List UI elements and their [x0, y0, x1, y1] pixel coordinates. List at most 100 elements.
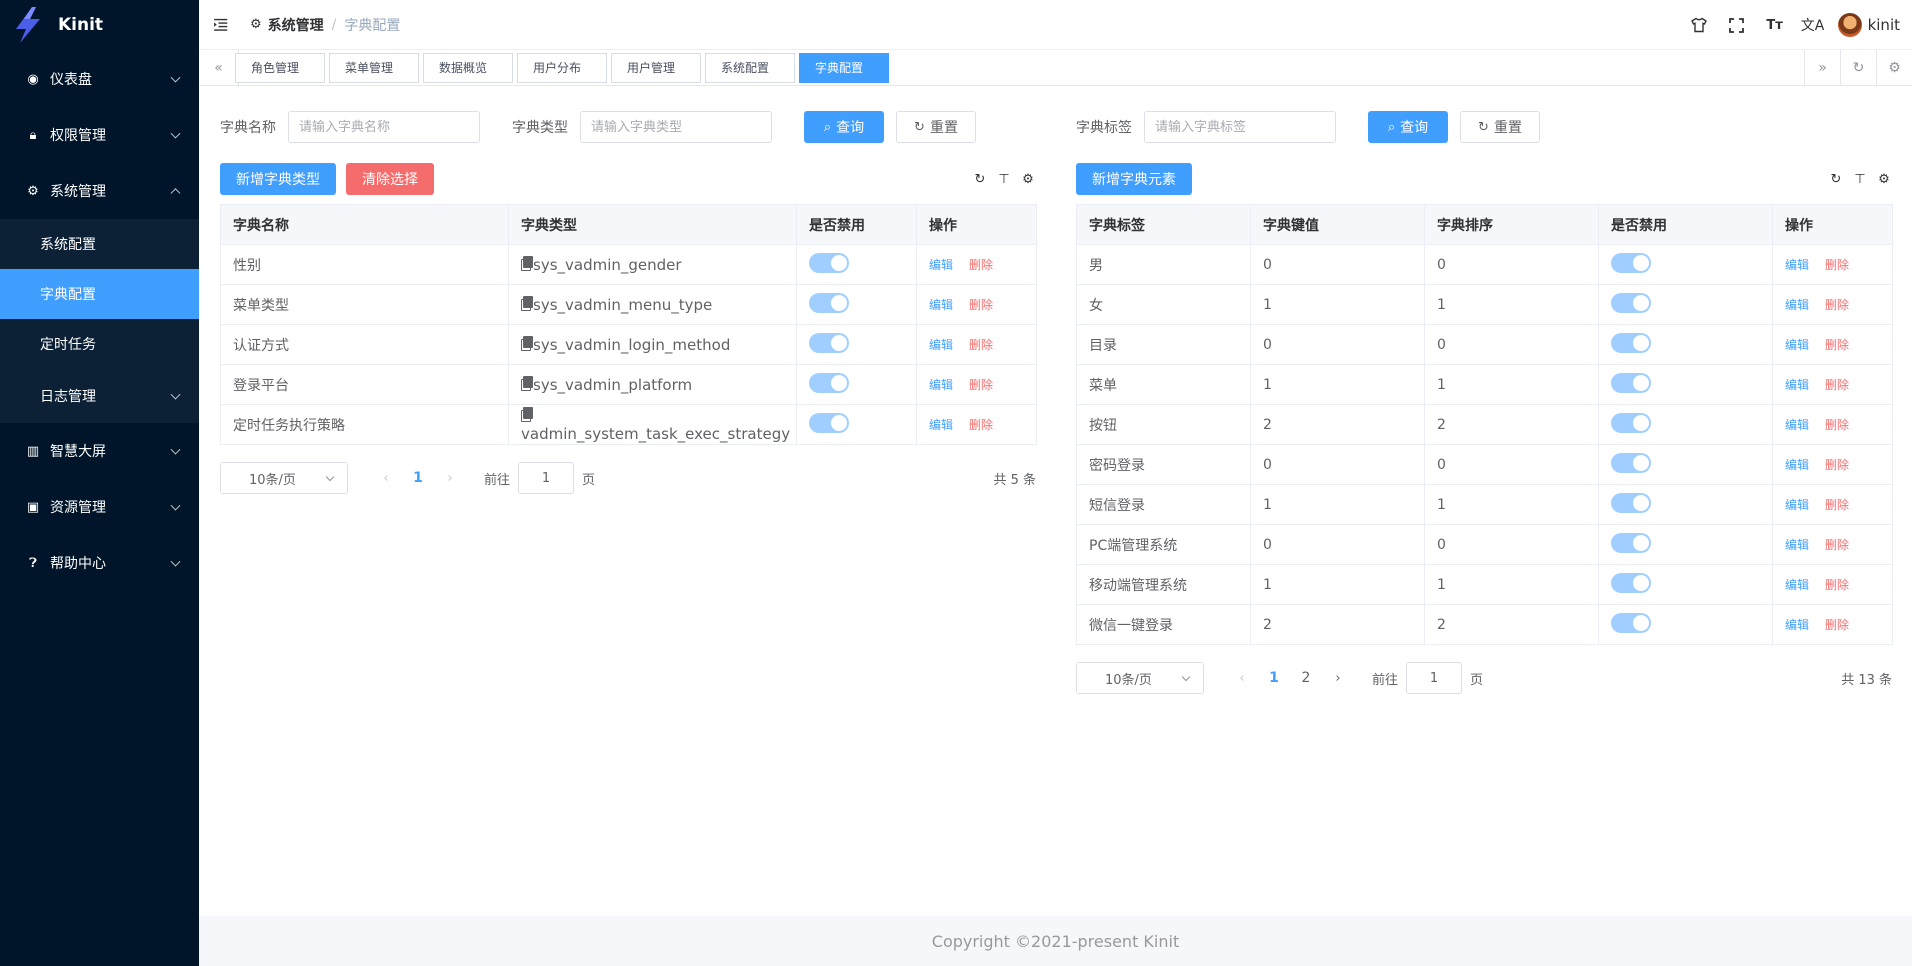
page-size-select[interactable]: 10条/页 — [1076, 662, 1204, 694]
edit-link[interactable]: 编辑 — [1785, 498, 1809, 512]
tag-role-management[interactable]: 角色管理 — [235, 52, 325, 83]
edit-link[interactable]: 编辑 — [929, 378, 953, 392]
edit-link[interactable]: 编辑 — [1785, 458, 1809, 472]
delete-link[interactable]: 删除 — [1825, 258, 1849, 272]
next-page-icon[interactable]: › — [434, 471, 466, 486]
disabled-switch[interactable] — [1611, 292, 1651, 313]
translate-icon[interactable]: 文A — [1794, 0, 1832, 50]
sidebar-item-dashboard[interactable]: ◉ 仪表盘 — [0, 51, 199, 107]
user-name[interactable]: kinit — [1868, 16, 1900, 34]
sidebar-item-permissions[interactable]: 🔒︎ 权限管理 — [0, 107, 199, 163]
delete-link[interactable]: 删除 — [1825, 578, 1849, 592]
prev-page-icon[interactable]: ‹ — [370, 471, 402, 486]
edit-link[interactable]: 编辑 — [1785, 538, 1809, 552]
refresh-icon[interactable]: ↻ — [1828, 171, 1844, 187]
menu-fold-icon[interactable] — [212, 18, 232, 32]
page-number[interactable]: 2 — [1290, 670, 1322, 686]
add-dict-element-button[interactable]: 新增字典元素 — [1076, 163, 1192, 195]
disabled-switch[interactable] — [1611, 332, 1651, 353]
delete-link[interactable]: 删除 — [969, 378, 993, 392]
sidebar-item-big-screen[interactable]: ▥ 智慧大屏 — [0, 423, 199, 479]
delete-link[interactable]: 删除 — [1825, 458, 1849, 472]
tag-dict-config[interactable]: 字典配置 — [799, 52, 889, 83]
edit-link[interactable]: 编辑 — [1785, 618, 1809, 632]
page-size-select[interactable]: 10条/页 — [220, 462, 348, 494]
reset-button[interactable]: ↻ 重置 — [1460, 111, 1540, 143]
edit-link[interactable]: 编辑 — [929, 338, 953, 352]
disabled-switch[interactable] — [1611, 372, 1651, 393]
reset-button[interactable]: ↻ 重置 — [896, 111, 976, 143]
fullscreen-icon[interactable] — [1718, 0, 1756, 50]
copy-icon[interactable] — [521, 295, 533, 311]
delete-link[interactable]: 删除 — [969, 298, 993, 312]
tags-scroll-right-icon[interactable]: » — [1804, 50, 1840, 85]
edit-link[interactable]: 编辑 — [929, 298, 953, 312]
edit-link[interactable]: 编辑 — [1785, 338, 1809, 352]
delete-link[interactable]: 删除 — [1825, 338, 1849, 352]
query-button[interactable]: ⌕ 查询 — [1368, 111, 1448, 143]
disabled-switch[interactable] — [809, 332, 849, 353]
page-number[interactable]: 1 — [402, 470, 434, 486]
copy-icon[interactable] — [521, 255, 533, 271]
font-size-icon[interactable]: Tт — [1756, 0, 1794, 50]
logo[interactable]: Kinit — [0, 0, 199, 50]
disabled-switch[interactable] — [809, 372, 849, 393]
column-height-icon[interactable]: ⊤ — [996, 171, 1012, 187]
edit-link[interactable]: 编辑 — [929, 418, 953, 432]
sidebar-item-logs[interactable]: 日志管理 — [0, 369, 199, 423]
tags-scroll-left-icon[interactable]: « — [199, 50, 239, 85]
disabled-switch[interactable] — [1611, 492, 1651, 513]
delete-link[interactable]: 删除 — [1825, 498, 1849, 512]
goto-page-input[interactable] — [1406, 662, 1463, 694]
refresh-icon[interactable]: ↻ — [972, 171, 988, 187]
query-button[interactable]: ⌕ 查询 — [804, 111, 884, 143]
copy-icon[interactable] — [521, 406, 533, 422]
disabled-switch[interactable] — [1611, 612, 1651, 633]
dict-name-input[interactable] — [288, 111, 480, 143]
goto-page-input[interactable] — [518, 462, 575, 494]
edit-link[interactable]: 编辑 — [1785, 258, 1809, 272]
delete-link[interactable]: 删除 — [1825, 298, 1849, 312]
tag-data-overview[interactable]: 数据概览 — [423, 52, 513, 83]
edit-link[interactable]: 编辑 — [1785, 378, 1809, 392]
tag-system-config[interactable]: 系统配置 — [705, 52, 795, 83]
page-number[interactable]: 1 — [1258, 670, 1290, 686]
disabled-switch[interactable] — [1611, 572, 1651, 593]
sidebar-item-help[interactable]: ❓︎ 帮助中心 — [0, 535, 199, 591]
next-page-icon[interactable]: › — [1322, 671, 1354, 686]
disabled-switch[interactable] — [1611, 532, 1651, 553]
edit-link[interactable]: 编辑 — [929, 258, 953, 272]
disabled-switch[interactable] — [809, 292, 849, 313]
delete-link[interactable]: 删除 — [1825, 378, 1849, 392]
delete-link[interactable]: 删除 — [969, 258, 993, 272]
edit-link[interactable]: 编辑 — [1785, 418, 1809, 432]
clear-selection-button[interactable]: 清除选择 — [346, 163, 434, 195]
dict-label-input[interactable] — [1144, 111, 1336, 143]
edit-link[interactable]: 编辑 — [1785, 298, 1809, 312]
sidebar-item-scheduled-tasks[interactable]: 定时任务 — [0, 319, 199, 369]
copy-icon[interactable] — [521, 335, 533, 351]
delete-link[interactable]: 删除 — [969, 338, 993, 352]
sidebar-item-system-config[interactable]: 系统配置 — [0, 219, 199, 269]
disabled-switch[interactable] — [1611, 452, 1651, 473]
theme-shirt-icon[interactable] — [1680, 0, 1718, 50]
disabled-switch[interactable] — [1611, 252, 1651, 273]
refresh-icon[interactable]: ↻ — [1840, 50, 1876, 85]
prev-page-icon[interactable]: ‹ — [1226, 671, 1258, 686]
sidebar-item-system[interactable]: ⚙ 系统管理 — [0, 163, 199, 219]
breadcrumb-parent[interactable]: 系统管理 — [268, 15, 324, 35]
avatar[interactable] — [1837, 13, 1862, 37]
sidebar-item-dict-config[interactable]: 字典配置 — [0, 269, 199, 319]
tag-user-distribution[interactable]: 用户分布 — [517, 52, 607, 83]
copy-icon[interactable] — [521, 375, 533, 391]
disabled-switch[interactable] — [809, 412, 849, 433]
tag-menu-management[interactable]: 菜单管理 — [329, 52, 419, 83]
add-dict-type-button[interactable]: 新增字典类型 — [220, 163, 336, 195]
disabled-switch[interactable] — [809, 252, 849, 273]
delete-link[interactable]: 删除 — [1825, 418, 1849, 432]
delete-link[interactable]: 删除 — [969, 418, 993, 432]
delete-link[interactable]: 删除 — [1825, 538, 1849, 552]
delete-link[interactable]: 删除 — [1825, 618, 1849, 632]
settings-icon[interactable]: ⚙ — [1020, 171, 1036, 187]
dict-type-input[interactable] — [580, 111, 772, 143]
